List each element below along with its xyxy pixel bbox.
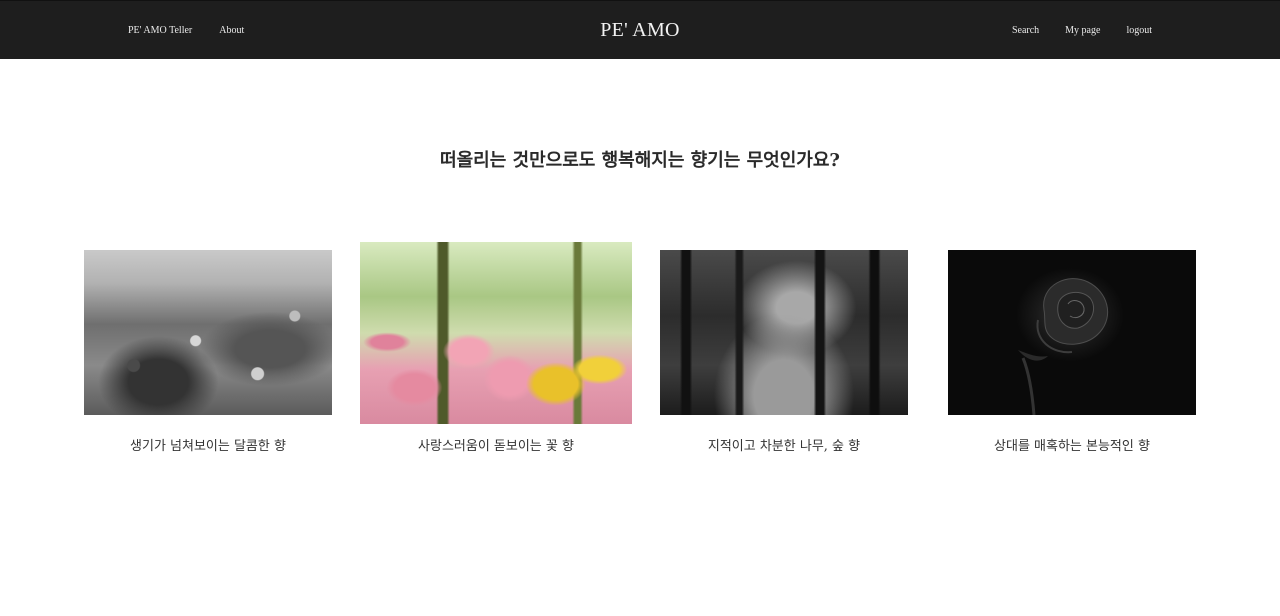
top-navigation-bar: PE' AMO Teller About PE' AMO Search My p…: [0, 0, 1280, 59]
tulips-photo[interactable]: [360, 242, 632, 424]
nav-link-logout[interactable]: logout: [1126, 25, 1152, 36]
scent-card-sensual[interactable]: 상대를 매혹하는 본능적인 향: [948, 250, 1196, 460]
orange-tree-photo[interactable]: [84, 250, 332, 415]
scent-card-sweet[interactable]: 생기가 넘쳐보이는 달콤한 향: [84, 250, 332, 460]
brand-logo[interactable]: PE' AMO: [600, 19, 680, 42]
scent-card-caption: 지적이고 차분한 나무, 숲 향: [707, 439, 861, 454]
forest-path-photo[interactable]: [660, 250, 908, 415]
scent-card-woody[interactable]: 지적이고 차분한 나무, 숲 향: [660, 250, 908, 460]
scent-card-floral[interactable]: 사랑스러움이 돋보이는 꽃 향: [360, 242, 632, 460]
page-question-heading: 떠올리는 것만으로도 행복해지는 향기는 무엇인가요?: [440, 150, 840, 171]
black-rose-graphic: [948, 250, 1196, 415]
nav-link-my-page[interactable]: My page: [1065, 25, 1100, 36]
scent-card-caption: 사랑스러움이 돋보이는 꽃 향: [418, 439, 574, 454]
nav-link-search[interactable]: Search: [1012, 25, 1039, 36]
right-nav: Search My page logout: [1012, 1, 1152, 60]
left-nav: PE' AMO Teller About: [128, 1, 244, 60]
nav-link-teller[interactable]: PE' AMO Teller: [128, 25, 192, 36]
black-rose-photo[interactable]: [948, 250, 1196, 415]
scent-card-caption: 생기가 넘쳐보이는 달콤한 향: [130, 439, 286, 454]
nav-link-about[interactable]: About: [219, 25, 244, 36]
scent-card-caption: 상대를 매혹하는 본능적인 향: [994, 439, 1150, 454]
